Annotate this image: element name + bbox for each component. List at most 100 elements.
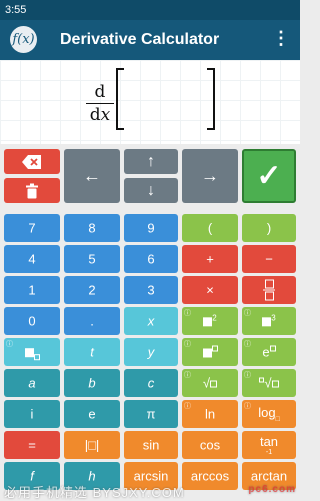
key-8[interactable]: 8: [64, 214, 120, 242]
key-fraction[interactable]: [242, 276, 296, 304]
key-4[interactable]: 4: [4, 245, 60, 273]
key-3[interactable]: 3: [124, 276, 178, 304]
key-t[interactable]: t: [64, 338, 120, 366]
key-exp[interactable]: ⓘ e: [242, 338, 296, 366]
backspace-button[interactable]: [4, 149, 60, 174]
arrow-up-icon: ↑: [147, 152, 155, 170]
key-x[interactable]: x: [124, 307, 178, 335]
key-close-paren[interactable]: ): [242, 214, 296, 242]
key-label: i: [30, 406, 34, 422]
app-logo-icon: f(x): [10, 26, 37, 53]
denominator-variable: x: [100, 105, 111, 125]
key-pi[interactable]: π: [124, 400, 178, 428]
backspace-icon: [22, 154, 41, 169]
key-label: (: [207, 220, 213, 236]
key-label: a: [28, 375, 36, 391]
cursor-down-button[interactable]: ↓: [124, 178, 178, 203]
key-c[interactable]: c: [124, 369, 178, 397]
key-cos[interactable]: cos: [182, 431, 238, 459]
key-label: c: [147, 375, 155, 391]
key-5[interactable]: 5: [64, 245, 120, 273]
watermark-brand: pc6.com: [248, 484, 296, 495]
key-minus[interactable]: −: [242, 245, 296, 273]
key-equals[interactable]: =: [4, 431, 60, 459]
key-label: 2: [88, 282, 96, 298]
sqrt-icon: √: [182, 376, 238, 391]
key-label: π: [146, 406, 156, 422]
key-log[interactable]: ⓘ log□: [242, 400, 296, 428]
key-label: 8: [88, 220, 96, 236]
nth-root-icon: √: [242, 376, 296, 391]
key-abs[interactable]: |□|: [64, 431, 120, 459]
key-1[interactable]: 1: [4, 276, 60, 304]
status-bar: 3:55: [0, 0, 300, 20]
key-ln[interactable]: ⓘ ln: [182, 400, 238, 428]
key-9[interactable]: 9: [124, 214, 178, 242]
key-label: 5: [88, 251, 96, 267]
key-0[interactable]: 0: [4, 307, 60, 335]
key-multiply[interactable]: ×: [182, 276, 238, 304]
overflow-menu-icon[interactable]: ⋮: [272, 29, 290, 47]
key-decimal[interactable]: .: [64, 307, 120, 335]
key-tan[interactable]: tan -1: [242, 431, 296, 459]
key-subscript[interactable]: ⓘ: [4, 338, 60, 366]
derivative-denominator: dx: [86, 104, 114, 125]
arrow-down-icon: ↓: [147, 181, 155, 199]
fraction-icon: [242, 279, 296, 301]
app-bar: f(x) Derivative Calculator ⋮: [0, 20, 300, 60]
key-b[interactable]: b: [64, 369, 120, 397]
expression-display[interactable]: d dx: [0, 60, 300, 144]
key-plus[interactable]: +: [182, 245, 238, 273]
key-label: x: [147, 313, 155, 329]
sqrt-label: √: [202, 375, 211, 391]
cursor-right-button[interactable]: →: [182, 149, 238, 203]
key-6[interactable]: 6: [124, 245, 178, 273]
power-icon: [182, 345, 238, 360]
key-square[interactable]: ⓘ 2: [182, 307, 238, 335]
key-label: t: [90, 344, 94, 360]
key-e[interactable]: e: [64, 400, 120, 428]
square-icon: 2: [182, 313, 238, 328]
key-label: ln: [204, 406, 216, 422]
key-label: |□|: [84, 437, 100, 453]
app-title: Derivative Calculator: [60, 31, 220, 48]
key-7[interactable]: 7: [4, 214, 60, 242]
derivative-operator: d dx: [86, 82, 114, 125]
exp-base-label: e: [262, 344, 270, 360]
trash-icon: [26, 183, 38, 198]
key-a[interactable]: a: [4, 369, 60, 397]
key-label: cos: [199, 437, 221, 453]
key-sqrt[interactable]: ⓘ √: [182, 369, 238, 397]
cursor-left-button[interactable]: ←: [64, 149, 120, 203]
calculate-button[interactable]: ✓: [242, 149, 296, 203]
tan-label: tan: [259, 434, 279, 449]
key-y[interactable]: y: [124, 338, 178, 366]
key-label: 6: [147, 251, 155, 267]
key-label: 7: [28, 220, 36, 236]
key-label: −: [265, 251, 273, 267]
status-time: 3:55: [5, 4, 27, 16]
exp-icon: e: [242, 345, 296, 360]
key-label: 9: [147, 220, 155, 236]
log-icon: log□: [242, 405, 296, 423]
cursor-up-button[interactable]: ↑: [124, 149, 178, 174]
key-sin[interactable]: sin: [124, 431, 178, 459]
key-open-paren[interactable]: (: [182, 214, 238, 242]
exponent-label: 2: [212, 313, 217, 323]
key-2[interactable]: 2: [64, 276, 120, 304]
left-bracket: [116, 68, 124, 130]
key-nth-root[interactable]: ⓘ √: [242, 369, 296, 397]
key-label: .: [90, 313, 94, 329]
key-label: 4: [28, 251, 36, 267]
checkmark-icon: ✓: [256, 159, 282, 193]
key-label: 1: [28, 282, 36, 298]
watermark: 必用手机精选 BYSJXY.COM pc6.com: [0, 482, 300, 500]
key-cube[interactable]: ⓘ 3: [242, 307, 296, 335]
key-i[interactable]: i: [4, 400, 60, 428]
cube-icon: 3: [242, 313, 296, 328]
watermark-text: 必用手机精选 BYSJXY.COM: [4, 485, 185, 500]
key-label: y: [147, 344, 155, 360]
key-label: 0: [28, 313, 36, 329]
clear-button[interactable]: [4, 178, 60, 203]
key-power[interactable]: ⓘ: [182, 338, 238, 366]
